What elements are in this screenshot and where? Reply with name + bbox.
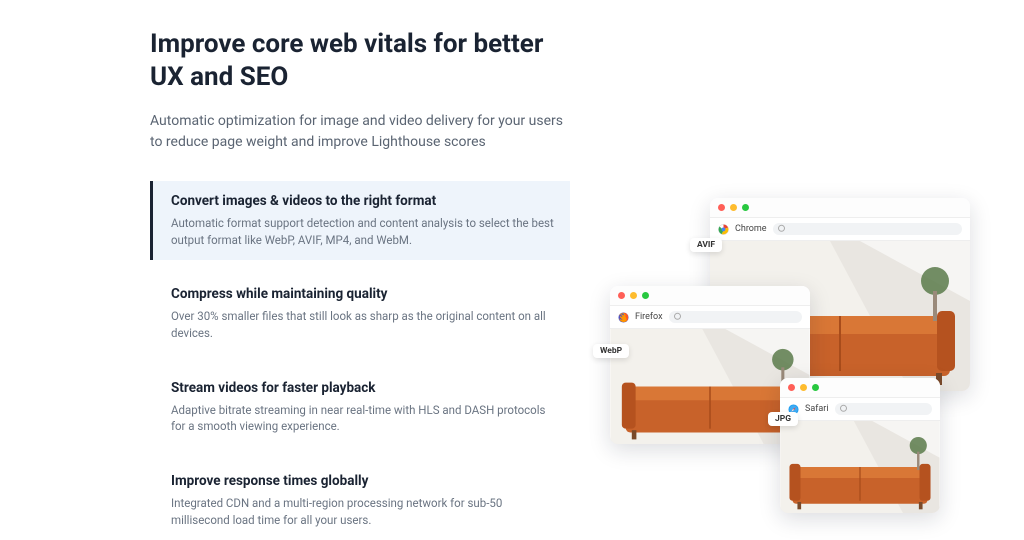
browser-toolbar: Safari [780, 398, 940, 421]
window-dot-green [642, 292, 649, 299]
illustration-area: Chrome AVIF Firefox WebP [590, 28, 974, 540]
feature-title: Improve response times globally [171, 473, 556, 489]
window-dot-red [718, 204, 725, 211]
window-dot-red [788, 384, 795, 391]
address-bar [773, 223, 962, 235]
chrome-icon [718, 224, 729, 235]
feature-title: Convert images & videos to the right for… [171, 193, 556, 209]
feature-item-convert[interactable]: Convert images & videos to the right for… [150, 181, 570, 260]
feature-desc: Automatic format support detection and c… [171, 215, 556, 248]
feature-list: Convert images & videos to the right for… [150, 181, 570, 540]
feature-desc: Adaptive bitrate streaming in near real-… [171, 402, 556, 435]
page-title: Improve core web vitals for better UX an… [150, 28, 570, 93]
firefox-icon [618, 312, 629, 323]
feature-item-stream[interactable]: Stream videos for faster playback Adapti… [150, 368, 570, 447]
browser-name: Safari [805, 404, 829, 414]
window-titlebar [780, 378, 940, 398]
browser-name: Firefox [635, 312, 663, 322]
window-dot-yellow [630, 292, 637, 299]
browser-window-safari: Safari [780, 378, 940, 513]
feature-item-cdn[interactable]: Improve response times globally Integrat… [150, 461, 570, 540]
address-bar [835, 403, 932, 415]
page-subtitle: Automatic optimization for image and vid… [150, 111, 570, 153]
window-dot-yellow [800, 384, 807, 391]
browser-toolbar: Firefox [610, 306, 810, 329]
feature-item-compress[interactable]: Compress while maintaining quality Over … [150, 274, 570, 353]
window-dot-green [742, 204, 749, 211]
window-dot-green [812, 384, 819, 391]
feature-title: Compress while maintaining quality [171, 286, 556, 302]
window-dot-red [618, 292, 625, 299]
feature-desc: Integrated CDN and a multi-region proces… [171, 495, 556, 528]
feature-desc: Over 30% smaller files that still look a… [171, 308, 556, 341]
content-image [780, 421, 940, 513]
format-badge-jpg: JPG [768, 412, 798, 426]
browser-toolbar: Chrome [710, 218, 970, 241]
window-titlebar [610, 286, 810, 306]
format-badge-webp: WebP [593, 344, 629, 358]
address-bar [669, 311, 802, 323]
window-titlebar [710, 198, 970, 218]
browser-name: Chrome [735, 224, 767, 234]
feature-title: Stream videos for faster playback [171, 380, 556, 396]
window-dot-yellow [730, 204, 737, 211]
format-badge-avif: AVIF [690, 238, 722, 252]
